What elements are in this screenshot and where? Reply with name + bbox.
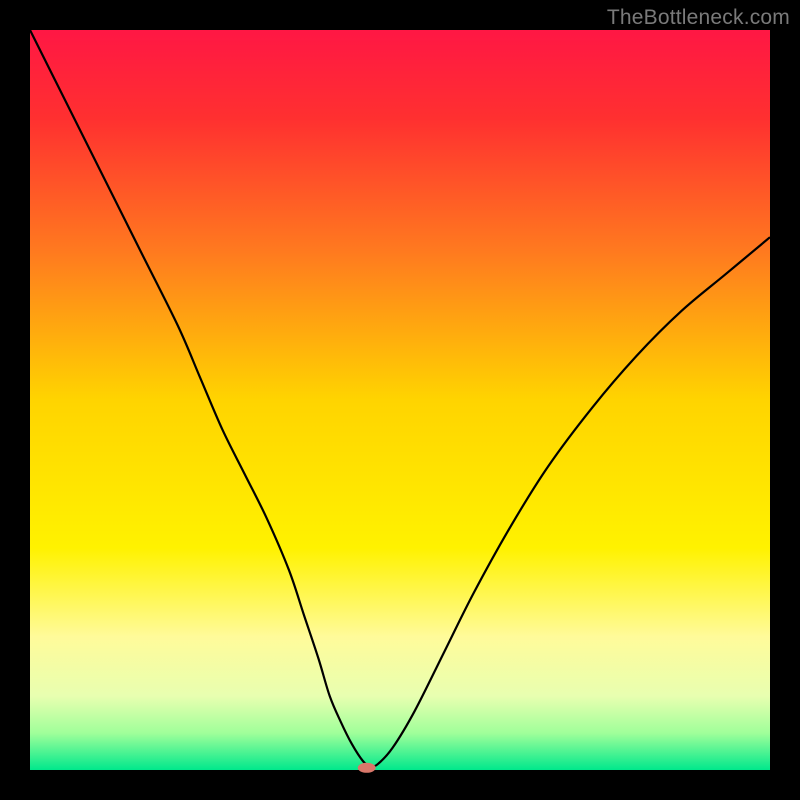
watermark-text: TheBottleneck.com <box>607 6 790 30</box>
bottleneck-chart <box>0 0 800 800</box>
plot-background <box>30 30 770 770</box>
chart-svg <box>0 0 800 800</box>
optimal-point-marker <box>358 763 376 773</box>
